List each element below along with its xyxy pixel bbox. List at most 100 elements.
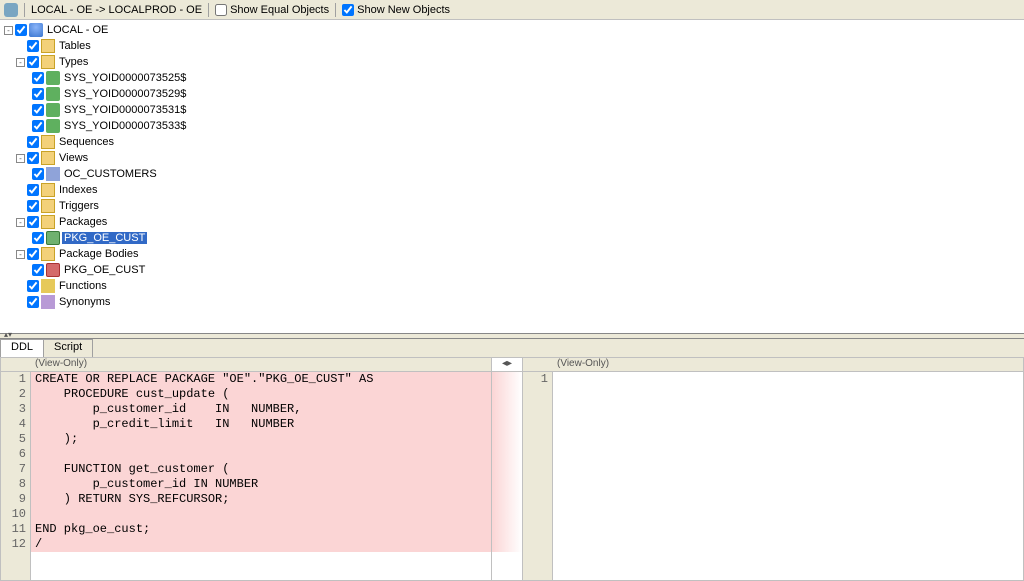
breadcrumb: LOCAL - OE -> LOCALPROD - OE: [31, 4, 202, 16]
tables-label: Tables: [57, 40, 93, 52]
tree-root[interactable]: - LOCAL - OE: [4, 22, 1020, 38]
diff-sync-icon[interactable]: ◂▸: [492, 358, 522, 372]
tab-ddl[interactable]: DDL: [0, 339, 44, 357]
diff-tabs: DDL Script: [0, 339, 1024, 357]
folder-icon: [41, 135, 55, 149]
packages-label: Packages: [57, 216, 109, 228]
tree-view-item[interactable]: OC_CUSTOMERS: [4, 166, 1020, 182]
type-icon: [46, 71, 60, 85]
folder-icon: [41, 55, 55, 69]
tree-synonyms[interactable]: Synonyms: [4, 294, 1020, 310]
tree-package-bodies[interactable]: - Package Bodies: [4, 246, 1020, 262]
tree-triggers[interactable]: Triggers: [4, 198, 1020, 214]
code-line: ) RETURN SYS_REFCURSOR;: [31, 492, 491, 507]
views-label: Views: [57, 152, 90, 164]
collapse-icon[interactable]: -: [4, 26, 13, 35]
tree-checkbox[interactable]: [27, 200, 39, 212]
separator: [208, 3, 209, 17]
tree-checkbox[interactable]: [27, 56, 39, 68]
tree-package-body-item[interactable]: PKG_OE_CUST: [4, 262, 1020, 278]
tree-types[interactable]: - Types: [4, 54, 1020, 70]
tree-sequences[interactable]: Sequences: [4, 134, 1020, 150]
show-new-input[interactable]: [342, 4, 354, 16]
tree-type-item[interactable]: SYS_YOID0000073533$: [4, 118, 1020, 134]
collapse-icon[interactable]: -: [16, 250, 25, 259]
tree-checkbox[interactable]: [32, 72, 44, 84]
tree-checkbox[interactable]: [27, 216, 39, 228]
tree-tables[interactable]: Tables: [4, 38, 1020, 54]
separator: [335, 3, 336, 17]
right-ddl-pane: (View-Only) 1: [522, 357, 1024, 581]
package-body-label-0: PKG_OE_CUST: [62, 264, 147, 276]
folder-icon: [41, 247, 55, 261]
tree-checkbox[interactable]: [32, 88, 44, 100]
collapse-icon[interactable]: -: [16, 218, 25, 227]
collapse-icon[interactable]: -: [16, 58, 25, 67]
tree-type-item[interactable]: SYS_YOID0000073529$: [4, 86, 1020, 102]
types-label: Types: [57, 56, 90, 68]
show-equal-checkbox[interactable]: Show Equal Objects: [215, 4, 329, 16]
code-line: CREATE OR REPLACE PACKAGE "OE"."PKG_OE_C…: [31, 372, 491, 387]
show-equal-input[interactable]: [215, 4, 227, 16]
code-line: END pkg_oe_cust;: [31, 522, 491, 537]
tree-checkbox[interactable]: [32, 232, 44, 244]
tree-packages[interactable]: - Packages: [4, 214, 1020, 230]
spacer: [16, 298, 25, 307]
function-icon: [41, 279, 55, 293]
folder-icon: [41, 39, 55, 53]
view-label-0: OC_CUSTOMERS: [62, 168, 159, 180]
sequences-label: Sequences: [57, 136, 116, 148]
package-icon: [46, 231, 60, 245]
functions-label: Functions: [57, 280, 109, 292]
tree-checkbox[interactable]: [32, 120, 44, 132]
tree-package-item[interactable]: PKG_OE_CUST: [4, 230, 1020, 246]
indexes-label: Indexes: [57, 184, 100, 196]
app-icon: [4, 3, 18, 17]
type-icon: [46, 87, 60, 101]
spacer: [16, 138, 25, 147]
tree-checkbox[interactable]: [32, 168, 44, 180]
object-tree[interactable]: - LOCAL - OE Tables - Types SYS_YOID0000…: [0, 20, 1024, 333]
code-line: p_customer_id IN NUMBER,: [31, 402, 491, 417]
tree-checkbox[interactable]: [32, 264, 44, 276]
left-code[interactable]: 123456789101112 CREATE OR REPLACE PACKAG…: [1, 372, 491, 580]
code-line: p_credit_limit IN NUMBER: [31, 417, 491, 432]
tree-functions[interactable]: Functions: [4, 278, 1020, 294]
type-label-1: SYS_YOID0000073529$: [62, 88, 188, 100]
code-line: p_customer_id IN NUMBER: [31, 477, 491, 492]
folder-icon: [41, 183, 55, 197]
tree-checkbox[interactable]: [27, 136, 39, 148]
tree-checkbox[interactable]: [27, 296, 39, 308]
right-lines: [553, 372, 1023, 580]
tree-type-item[interactable]: SYS_YOID0000073525$: [4, 70, 1020, 86]
tree-checkbox[interactable]: [27, 184, 39, 196]
collapse-icon[interactable]: -: [16, 154, 25, 163]
view-icon: [46, 167, 60, 181]
package-body-icon: [46, 263, 60, 277]
code-line: );: [31, 432, 491, 447]
tree-checkbox[interactable]: [32, 104, 44, 116]
tab-script[interactable]: Script: [43, 339, 93, 357]
left-header: (View-Only): [1, 358, 491, 372]
tree-checkbox[interactable]: [27, 248, 39, 260]
horizontal-splitter[interactable]: [0, 333, 1024, 339]
tree-checkbox[interactable]: [15, 24, 27, 36]
separator: [24, 3, 25, 17]
tree-checkbox[interactable]: [27, 280, 39, 292]
tree-checkbox[interactable]: [27, 40, 39, 52]
tree-checkbox[interactable]: [27, 152, 39, 164]
code-line: PROCEDURE cust_update (: [31, 387, 491, 402]
synonyms-label: Synonyms: [57, 296, 112, 308]
right-code[interactable]: 1: [523, 372, 1023, 580]
triggers-label: Triggers: [57, 200, 101, 212]
type-label-3: SYS_YOID0000073533$: [62, 120, 188, 132]
code-line: FUNCTION get_customer (: [31, 462, 491, 477]
show-new-checkbox[interactable]: Show New Objects: [342, 4, 450, 16]
tree-views[interactable]: - Views: [4, 150, 1020, 166]
toolbar: LOCAL - OE -> LOCALPROD - OE Show Equal …: [0, 0, 1024, 20]
tab-script-label: Script: [54, 341, 82, 353]
tree-indexes[interactable]: Indexes: [4, 182, 1020, 198]
diff-marks: [492, 372, 522, 580]
type-label-2: SYS_YOID0000073531$: [62, 104, 188, 116]
tree-type-item[interactable]: SYS_YOID0000073531$: [4, 102, 1020, 118]
